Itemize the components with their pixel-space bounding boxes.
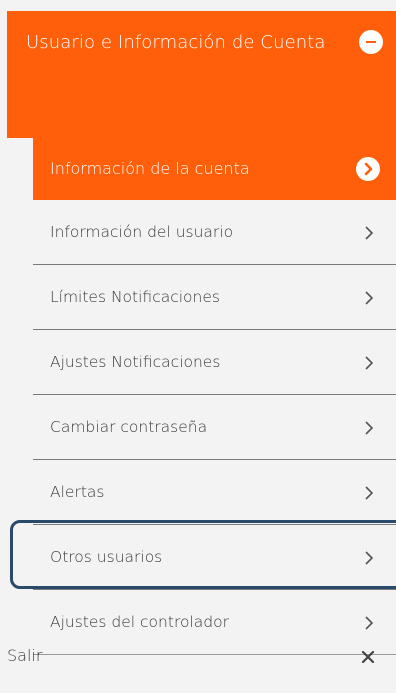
menu-item-user-info[interactable]: Información del usuario — [33, 200, 396, 265]
section-header-user-account[interactable]: Usuario e Información de Cuenta — [7, 11, 396, 138]
chevron-right-icon — [365, 356, 374, 370]
minus-circle-icon[interactable] — [359, 30, 383, 54]
section-title: Usuario e Información de Cuenta — [26, 32, 326, 53]
menu-item-label: Cambiar contraseña — [50, 418, 208, 436]
menu-item-notification-settings[interactable]: Ajustes Notificaciones — [33, 330, 396, 395]
chevron-right-circle-icon — [356, 157, 380, 181]
menu-item-other-users[interactable]: Otros usuarios — [33, 525, 396, 590]
menu-item-change-password[interactable]: Cambiar contraseña — [33, 395, 396, 460]
menu-item-label: Ajustes Notificaciones — [50, 353, 221, 371]
menu-item-label: Límites Notificaciones — [50, 288, 220, 306]
menu-item-account-info[interactable]: Información de la cuenta — [33, 138, 396, 200]
menu-item-alerts[interactable]: Alertas — [33, 460, 396, 525]
menu-item-label: Alertas — [50, 483, 105, 501]
chevron-right-icon — [365, 616, 374, 630]
close-icon — [361, 650, 375, 664]
chevron-right-icon — [365, 486, 374, 500]
account-menu: Usuario e Información de Cuenta Informac… — [0, 0, 396, 693]
menu-item-notification-limits[interactable]: Límites Notificaciones — [33, 265, 396, 330]
menu-list: Información del usuario Límites Notifica… — [33, 200, 396, 655]
logout-label: Salir — [7, 646, 43, 665]
chevron-right-icon — [365, 551, 374, 565]
logout-button[interactable]: Salir — [0, 630, 396, 693]
menu-item-label: Otros usuarios — [50, 548, 163, 566]
chevron-right-icon — [365, 421, 374, 435]
chevron-right-icon — [365, 291, 374, 305]
menu-item-label: Información del usuario — [50, 223, 234, 241]
menu-item-label: Información de la cuenta — [50, 159, 250, 178]
chevron-right-icon — [365, 226, 374, 240]
